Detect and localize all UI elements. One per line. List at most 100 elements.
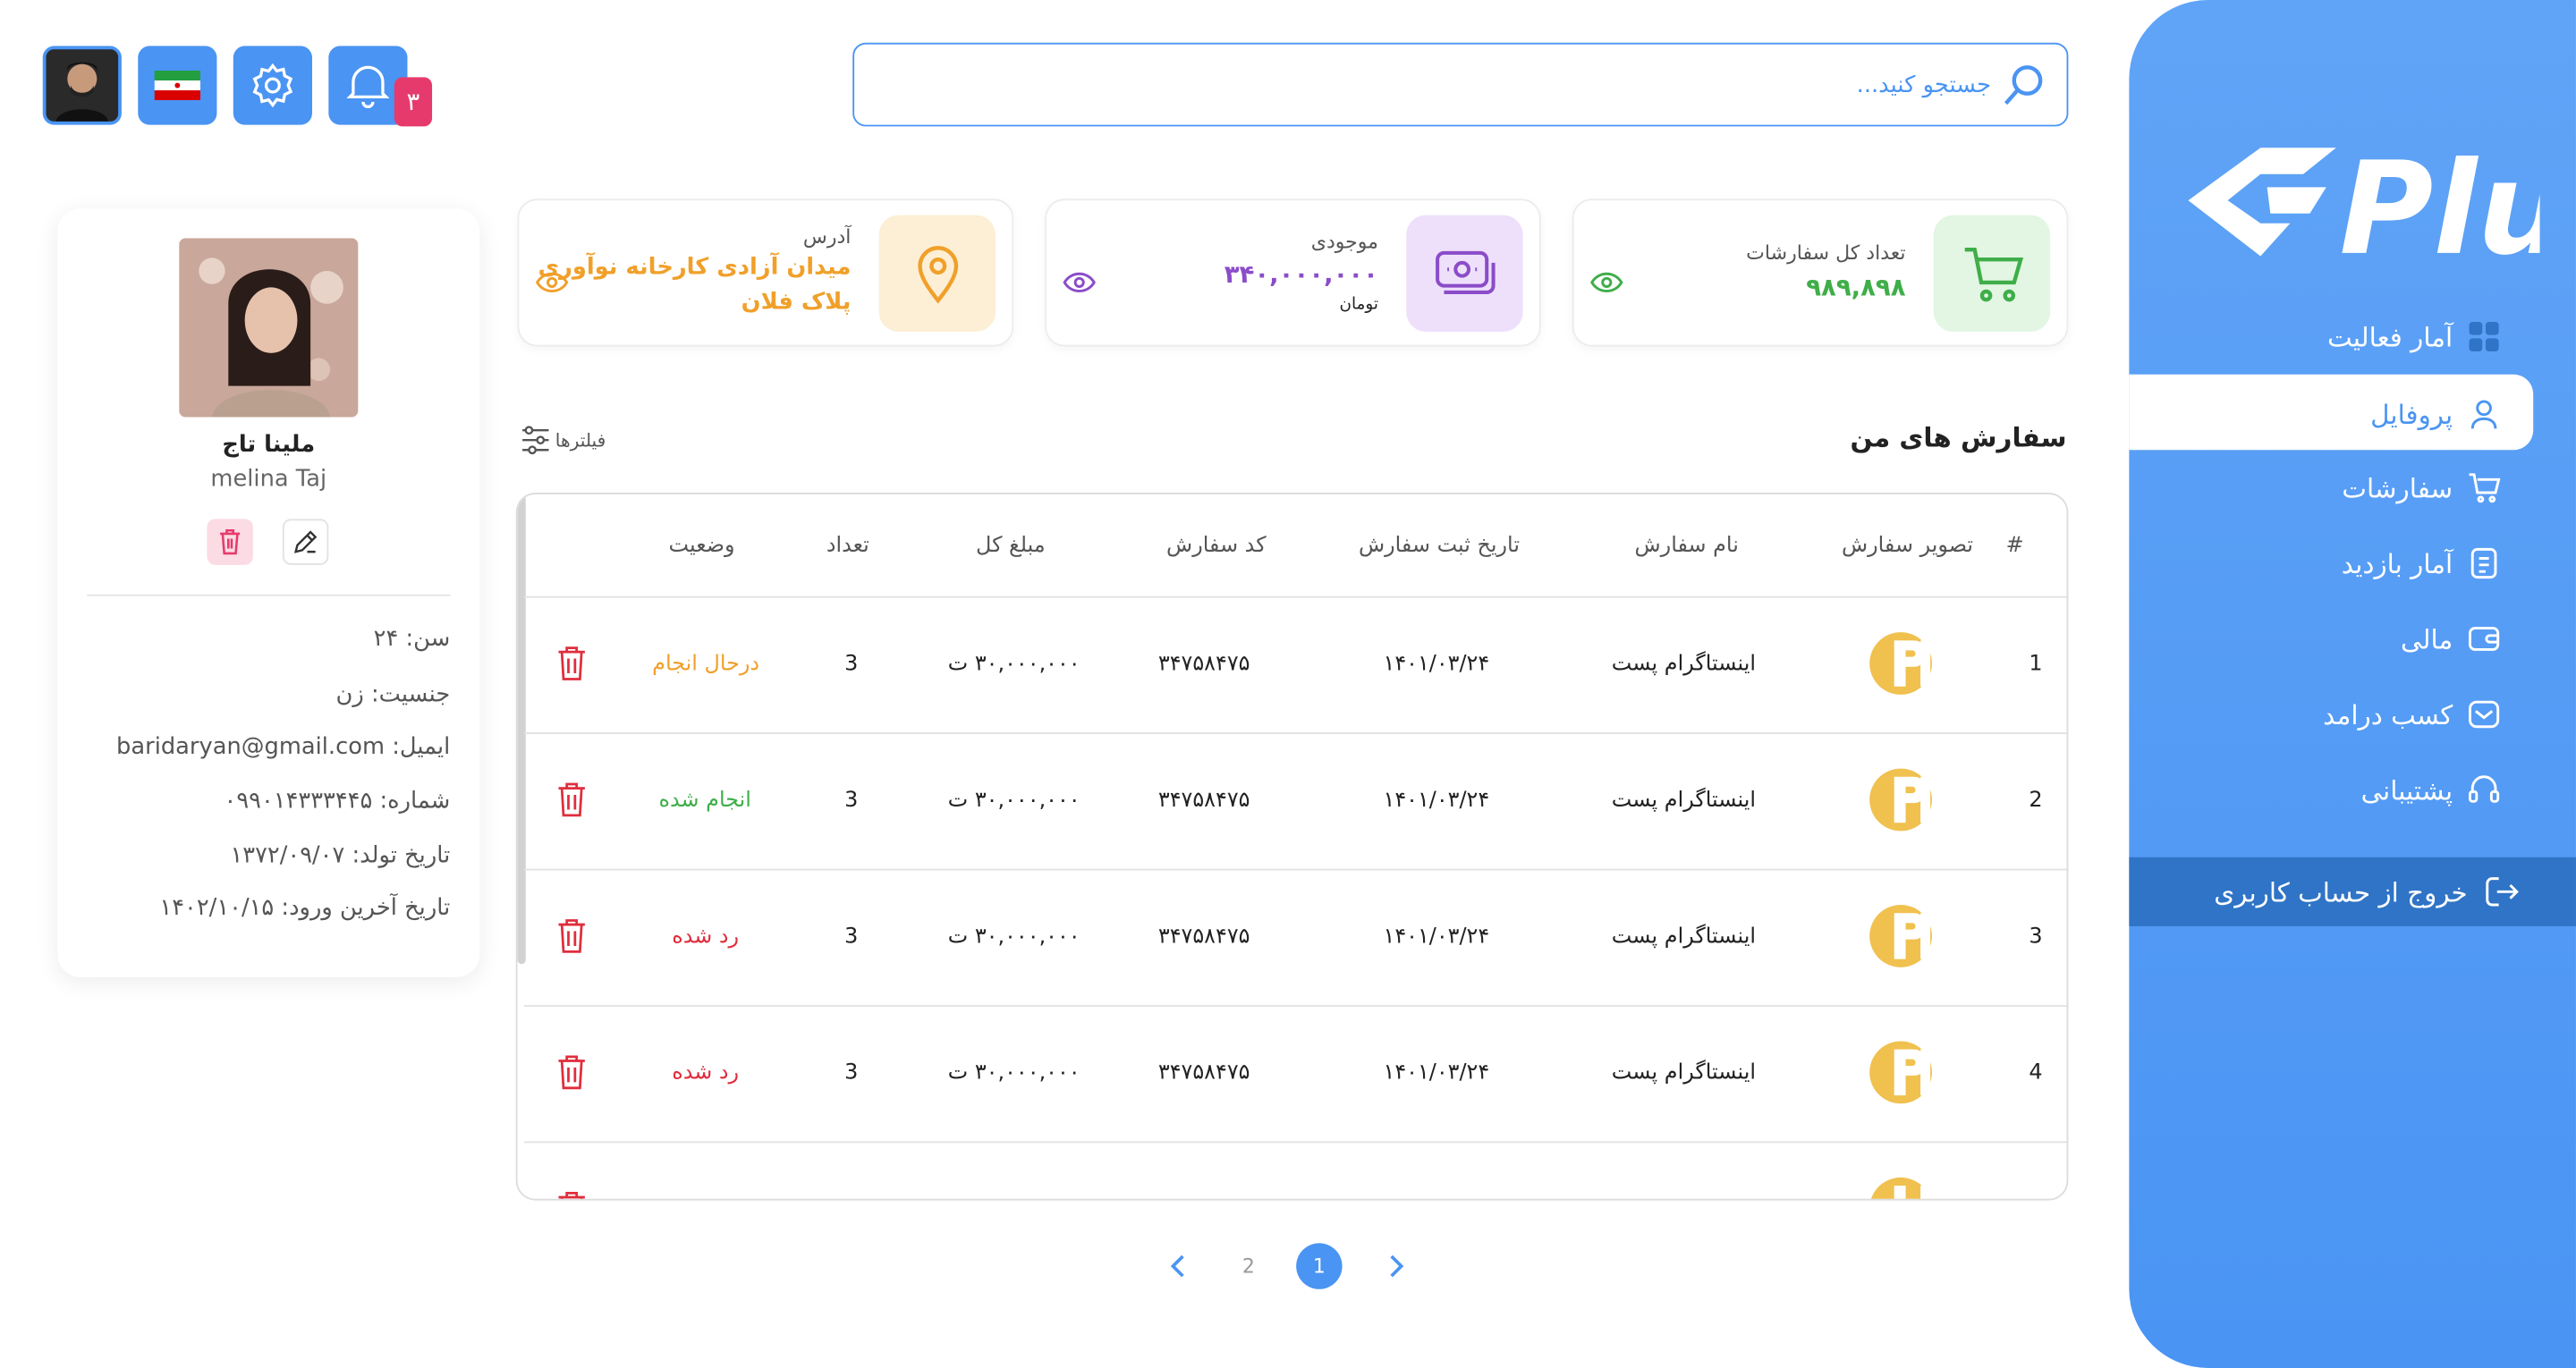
delete-order-button[interactable] bbox=[557, 918, 587, 954]
cart-icon bbox=[1933, 215, 2051, 333]
row-number: 2 bbox=[2029, 788, 2043, 814]
sidebar-item-activity-stats[interactable]: آمار فعالیت bbox=[2327, 317, 2501, 356]
table-row[interactable]: 2 اینستاگرام پست ۱۴۰۱/۰۳/۲۴ ۳۴۷۵۸۴۷۵ ۳۰,… bbox=[523, 732, 2067, 868]
profile-name-en: melina Taj bbox=[210, 466, 327, 494]
order-thumbnail-icon bbox=[1869, 632, 1932, 695]
stat-label: تعداد کل سفارشات bbox=[1746, 241, 1906, 265]
eye-icon[interactable] bbox=[1590, 271, 1623, 294]
mail-icon bbox=[2468, 698, 2501, 731]
delete-order-button[interactable] bbox=[557, 1054, 587, 1090]
next-page-button[interactable] bbox=[1373, 1243, 1419, 1288]
chevron-right-icon bbox=[1390, 1254, 1404, 1278]
avatar bbox=[46, 49, 119, 122]
edit-profile-button[interactable] bbox=[282, 519, 329, 565]
search-icon bbox=[2001, 62, 2046, 107]
orders-title: سفارش های من bbox=[1850, 422, 2067, 453]
order-date: ۱۴۰۱/۰۳/۲۴ bbox=[1383, 788, 1490, 814]
address-line-1: میدان آزادی کارخانه نوآوری bbox=[538, 254, 852, 282]
page-1-button[interactable]: 1 bbox=[1296, 1243, 1343, 1289]
order-status: انجام شده bbox=[658, 788, 751, 814]
sidebar-item-profile[interactable]: پروفایل bbox=[2370, 394, 2500, 434]
headset-icon bbox=[2468, 773, 2501, 806]
sidebar-item-finance[interactable]: مالی bbox=[2401, 619, 2500, 658]
logout-label: خروج از حساب کاربری bbox=[2214, 875, 2468, 908]
location-pin-icon bbox=[878, 215, 996, 333]
delete-order-button[interactable] bbox=[557, 1191, 587, 1199]
user-avatar-button[interactable] bbox=[42, 46, 122, 125]
order-thumbnail-icon bbox=[1870, 1177, 1931, 1199]
gear-icon bbox=[252, 63, 293, 108]
money-icon bbox=[1406, 215, 1523, 333]
order-name: اینستاگرام پست bbox=[1611, 925, 1757, 950]
col-header-num: # bbox=[2005, 533, 2024, 559]
order-qty: 3 bbox=[844, 925, 859, 950]
sliders-icon bbox=[522, 426, 549, 455]
order-code: ۳۴۷۵۸۴۷۵ bbox=[1157, 652, 1250, 677]
order-thumbnail-icon bbox=[1869, 768, 1932, 832]
sidebar-item-earnings[interactable]: کسب درامد bbox=[2323, 695, 2500, 734]
search-bar[interactable] bbox=[852, 42, 2069, 127]
profile-card: ملینا تاج melina Taj سن: ۲۴ جنسیت: زن ای… bbox=[57, 208, 480, 977]
filters-button[interactable]: فیلترها bbox=[519, 424, 606, 457]
sidebar-item-label: سفارشات bbox=[2342, 472, 2453, 503]
trash-icon bbox=[558, 1055, 585, 1090]
sidebar-item-visit-stats[interactable]: آمار بازدید bbox=[2342, 544, 2501, 583]
profile-gender: جنسیت: زن bbox=[335, 681, 451, 708]
delete-order-button[interactable] bbox=[557, 646, 587, 681]
eye-icon[interactable] bbox=[535, 271, 569, 294]
pluf-logo: Pluf bbox=[2188, 138, 2540, 263]
order-status: درحال انجام bbox=[652, 652, 760, 677]
eye-icon[interactable] bbox=[1063, 271, 1096, 294]
row-number: 1 bbox=[2029, 652, 2043, 677]
stat-card-address: آدرس میدان آزادی کارخانه نوآوری پلاک فلا… bbox=[517, 198, 1014, 347]
order-name: اینستاگرام پست bbox=[1611, 788, 1757, 814]
profile-phone: شماره: ۰۹۹۰۱۴۳۳۳۴۴۵ bbox=[224, 788, 451, 815]
prev-page-button[interactable] bbox=[1155, 1243, 1200, 1288]
stat-value: ۹۸۹,۸۹۸ bbox=[1806, 272, 1906, 302]
orders-table: # تصویر سفارش نام سفارش تاریخ ثبت سفارش … bbox=[515, 493, 2069, 1201]
order-date: ۱۴۰۱/۰۳/۲۴ bbox=[1383, 652, 1490, 677]
pencil-icon bbox=[293, 530, 318, 553]
search-input[interactable] bbox=[939, 71, 1992, 98]
order-amount: ۳۰,۰۰۰,۰۰۰ ت bbox=[947, 788, 1080, 814]
settings-button[interactable] bbox=[233, 46, 312, 125]
divider bbox=[87, 594, 451, 596]
row-number: 4 bbox=[2029, 1060, 2043, 1086]
delete-profile-button[interactable] bbox=[207, 519, 253, 565]
table-row[interactable]: 1 اینستاگرام پست ۱۴۰۱/۰۳/۲۴ ۳۴۷۵۸۴۷۵ ۳۰,… bbox=[523, 595, 2067, 732]
col-header-amount: مبلغ کل bbox=[975, 533, 1046, 559]
sidebar-item-label: آمار فعالیت bbox=[2326, 321, 2453, 352]
logo-text: Pluf bbox=[2339, 138, 2539, 263]
order-name: اینستاگرام پست bbox=[1611, 652, 1757, 677]
sidebar: Pluf آمار فعالیت پروفایل سفارشات آمار با… bbox=[2129, 0, 2576, 1368]
profile-name-fa: ملینا تاج bbox=[222, 432, 316, 459]
sidebar-item-support[interactable]: پشتیبانی bbox=[2361, 770, 2501, 809]
table-row[interactable]: 3 اینستاگرام پست ۱۴۰۱/۰۳/۲۴ ۳۴۷۵۸۴۷۵ ۳۰,… bbox=[523, 868, 2067, 1005]
stat-label: آدرس bbox=[802, 224, 852, 249]
chevron-left-icon bbox=[1170, 1254, 1184, 1278]
order-qty: 3 bbox=[844, 788, 859, 814]
page-2-button[interactable]: 2 bbox=[1225, 1243, 1271, 1288]
logout-icon bbox=[2484, 874, 2520, 909]
delete-order-button[interactable] bbox=[557, 781, 587, 817]
sidebar-item-label: آمار بازدید bbox=[2341, 547, 2453, 579]
user-icon bbox=[2468, 397, 2501, 430]
col-header-qty: تعداد bbox=[826, 533, 869, 559]
stat-unit: تومان bbox=[1339, 295, 1378, 314]
col-header-status: وضعیت bbox=[668, 533, 735, 559]
sidebar-item-label: پروفایل bbox=[2370, 398, 2453, 430]
stat-value: ۳۴۰,۰۰۰,۰۰۰ bbox=[1224, 259, 1378, 290]
profile-birthdate: تاریخ تولد: ۱۳۷۲/۰۹/۰۷ bbox=[230, 842, 451, 869]
sidebar-item-label: مالی bbox=[2401, 623, 2453, 654]
table-row[interactable]: 4 اینستاگرام پست ۱۴۰۱/۰۳/۲۴ ۳۴۷۵۸۴۷۵ ۳۰,… bbox=[523, 1005, 2067, 1141]
address-line-2: پلاک فلان bbox=[741, 289, 852, 316]
filters-label: فیلترها bbox=[555, 429, 606, 452]
logout-button[interactable]: خروج از حساب کاربری bbox=[2129, 857, 2576, 926]
order-thumbnail-icon bbox=[1869, 905, 1932, 967]
notification-badge: ۳ bbox=[394, 77, 433, 127]
profile-photo bbox=[179, 238, 359, 418]
language-button[interactable] bbox=[138, 46, 217, 125]
wallet-icon bbox=[2468, 622, 2501, 655]
sidebar-item-orders[interactable]: سفارشات bbox=[2342, 468, 2501, 507]
stat-card-total-orders: تعداد کل سفارشات ۹۸۹,۸۹۸ bbox=[1572, 198, 2069, 347]
